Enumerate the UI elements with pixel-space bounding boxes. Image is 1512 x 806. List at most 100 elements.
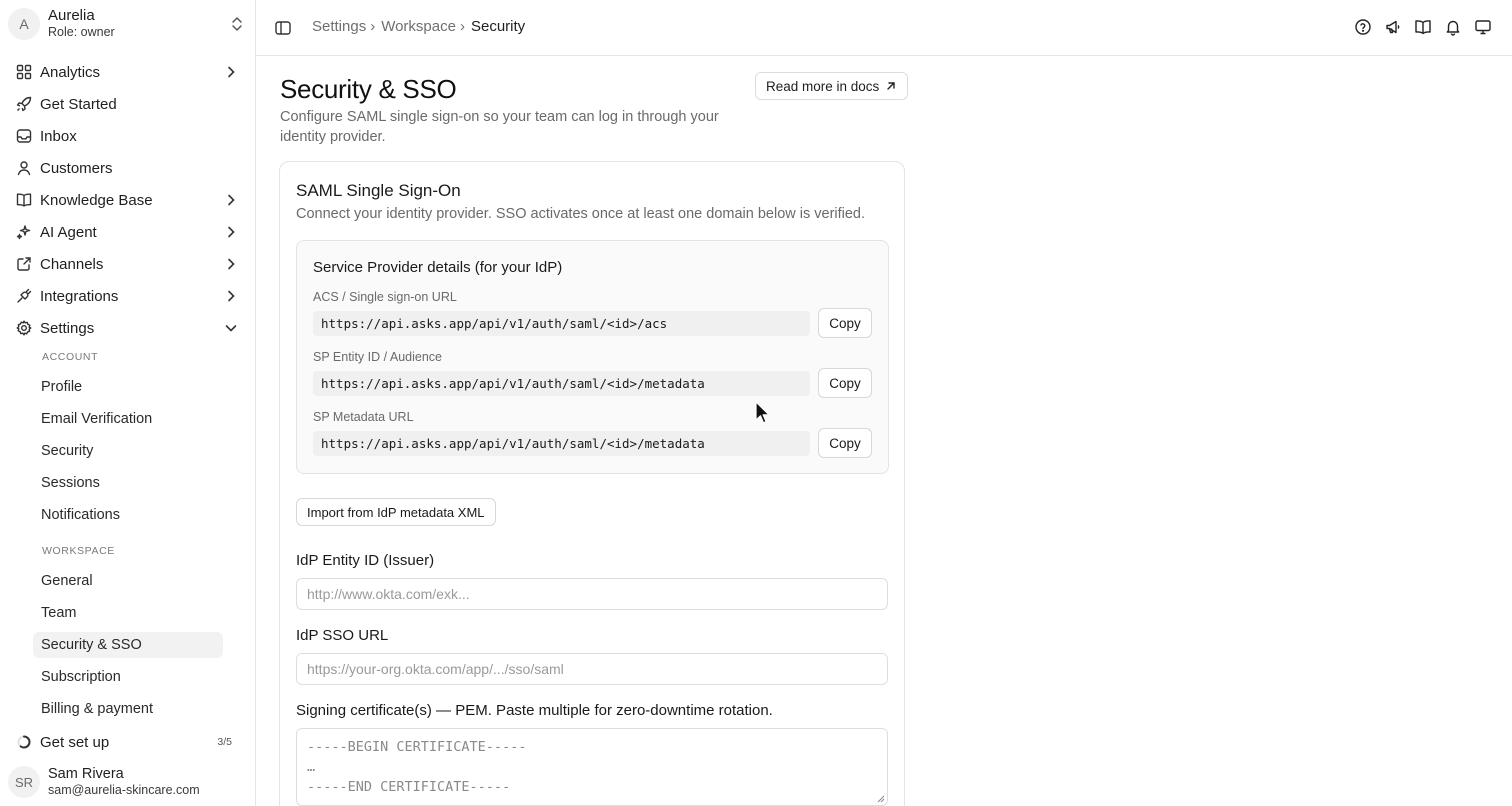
sidebar-item-team[interactable]: Team bbox=[33, 600, 223, 626]
sidebar-item-channels[interactable]: Channels bbox=[8, 250, 248, 278]
section-label-account: ACCOUNT bbox=[42, 351, 99, 363]
sidebar-item-label: Analytics bbox=[40, 63, 101, 81]
sidebar-item-subscription[interactable]: Subscription bbox=[33, 664, 223, 690]
sidebar-item-ai-agent[interactable]: AI Agent bbox=[8, 218, 248, 246]
sidebar: A Aurelia Role: owner Analytics Get Star… bbox=[0, 0, 256, 806]
chevron-right-icon bbox=[224, 193, 238, 207]
share-icon bbox=[16, 256, 32, 272]
plug-icon bbox=[16, 288, 32, 304]
sidebar-item-integrations[interactable]: Integrations bbox=[8, 282, 248, 310]
book-open-icon[interactable] bbox=[1414, 18, 1432, 36]
sidebar-item-label: Knowledge Base bbox=[40, 191, 153, 209]
idp-entity-id-input[interactable]: http://www.okta.com/exk... bbox=[296, 578, 888, 610]
user-name: Sam Rivera bbox=[48, 766, 124, 782]
rocket-icon bbox=[16, 96, 32, 112]
read-docs-button[interactable]: Read more in docs bbox=[755, 72, 909, 100]
breadcrumb: Settings › Workspace › Security bbox=[312, 18, 525, 35]
sp-details-panel: Service Provider details (for your IdP) … bbox=[296, 240, 889, 474]
setup-count: 3/5 bbox=[217, 736, 232, 748]
sidebar-item-label: Get Started bbox=[40, 95, 117, 113]
sp-entity-id-value: https://api.asks.app/api/v1/auth/saml/<i… bbox=[313, 371, 810, 396]
sidebar-item-knowledge-base[interactable]: Knowledge Base bbox=[8, 186, 248, 214]
sidebar-item-analytics[interactable]: Analytics bbox=[8, 58, 248, 86]
breadcrumb-separator-icon: › bbox=[459, 18, 465, 35]
help-icon[interactable] bbox=[1354, 18, 1372, 36]
import-metadata-button[interactable]: Import from IdP metadata XML bbox=[296, 498, 496, 526]
saml-card: SAML Single Sign-On Connect your identit… bbox=[279, 161, 905, 806]
sp-entity-id-label: SP Entity ID / Audience bbox=[313, 350, 443, 364]
idp-sso-url-label: IdP SSO URL bbox=[296, 627, 389, 644]
user-icon bbox=[16, 160, 32, 176]
monitor-icon[interactable] bbox=[1474, 18, 1492, 36]
get-set-up-button[interactable]: Get set up 3/5 bbox=[8, 730, 248, 754]
top-bar: Settings › Workspace › Security bbox=[256, 0, 1512, 56]
copy-sp-metadata-url-button[interactable]: Copy bbox=[818, 428, 872, 458]
sidebar-item-security-sso[interactable]: Security & SSO bbox=[33, 632, 223, 658]
read-docs-label: Read more in docs bbox=[766, 78, 880, 94]
chevron-right-icon bbox=[224, 65, 238, 79]
section-label-workspace: WORKSPACE bbox=[42, 545, 115, 557]
chevron-up-down-icon bbox=[230, 16, 244, 32]
sidebar-item-inbox[interactable]: Inbox bbox=[8, 122, 248, 150]
breadcrumb-workspace[interactable]: Workspace bbox=[381, 18, 456, 35]
sidebar-item-label: Integrations bbox=[40, 287, 119, 305]
chevron-right-icon bbox=[224, 257, 238, 271]
certificate-textarea[interactable]: -----BEGIN CERTIFICATE----- … -----END C… bbox=[296, 728, 888, 806]
get-set-up-label: Get set up bbox=[40, 733, 110, 751]
org-name: Aurelia bbox=[48, 7, 95, 24]
page-description: Configure SAML single sign-on so your te… bbox=[280, 109, 719, 145]
sidebar-item-label: Settings bbox=[40, 319, 95, 337]
sparkle-icon bbox=[16, 224, 32, 240]
chevron-right-icon bbox=[224, 225, 238, 239]
acs-url-label: ACS / Single sign-on URL bbox=[313, 290, 457, 304]
copy-acs-url-button[interactable]: Copy bbox=[818, 308, 872, 338]
user-email: sam@aurelia-skincare.com bbox=[48, 783, 200, 797]
sidebar-item-label: Inbox bbox=[40, 127, 77, 145]
sidebar-item-security[interactable]: Security bbox=[33, 438, 223, 464]
inbox-icon bbox=[16, 128, 32, 144]
grid-icon bbox=[16, 64, 32, 80]
sidebar-item-label: Channels bbox=[40, 255, 104, 273]
page-title: Security & SSO bbox=[280, 74, 457, 104]
acs-url-value: https://api.asks.app/api/v1/auth/saml/<i… bbox=[313, 311, 810, 336]
sp-details-title: Service Provider details (for your IdP) bbox=[313, 259, 563, 276]
org-avatar: A bbox=[8, 8, 40, 40]
org-switcher[interactable]: A Aurelia Role: owner bbox=[8, 6, 248, 42]
sidebar-item-email-verification[interactable]: Email Verification bbox=[33, 406, 223, 432]
sp-metadata-url-label: SP Metadata URL bbox=[313, 410, 414, 424]
sidebar-item-customers[interactable]: Customers bbox=[8, 154, 248, 182]
bell-icon[interactable] bbox=[1444, 18, 1462, 36]
sidebar-item-profile[interactable]: Profile bbox=[33, 374, 223, 400]
progress-ring-icon bbox=[16, 734, 32, 750]
sidebar-item-notifications[interactable]: Notifications bbox=[33, 502, 223, 528]
sidebar-item-general[interactable]: General bbox=[33, 568, 223, 594]
sidebar-toggle-icon[interactable] bbox=[274, 19, 292, 37]
megaphone-icon[interactable] bbox=[1384, 18, 1402, 36]
breadcrumb-security: Security bbox=[470, 18, 526, 35]
sidebar-item-billing[interactable]: Billing & payment bbox=[33, 696, 223, 722]
certificate-label: Signing certificate(s) — PEM. Paste mult… bbox=[296, 702, 773, 719]
card-description: Connect your identity provider. SSO acti… bbox=[296, 206, 866, 222]
sidebar-item-settings[interactable]: Settings bbox=[8, 314, 248, 342]
idp-sso-url-input[interactable]: https://your-org.okta.com/app/.../sso/sa… bbox=[296, 653, 888, 685]
chevron-right-icon bbox=[224, 289, 238, 303]
card-title: SAML Single Sign-On bbox=[296, 181, 461, 200]
sidebar-item-label: AI Agent bbox=[40, 223, 97, 241]
chevron-down-icon bbox=[224, 321, 238, 335]
sp-metadata-url-value: https://api.asks.app/api/v1/auth/saml/<i… bbox=[313, 431, 810, 456]
breadcrumb-separator-icon: › bbox=[370, 18, 376, 35]
certificate-placeholder: -----BEGIN CERTIFICATE----- … -----END C… bbox=[307, 739, 527, 795]
user-menu[interactable]: SR Sam Rivera sam@aurelia-skincare.com bbox=[8, 764, 248, 800]
copy-sp-entity-id-button[interactable]: Copy bbox=[818, 368, 872, 398]
book-icon bbox=[16, 192, 32, 208]
mouse-cursor-icon bbox=[755, 401, 771, 425]
external-link-icon bbox=[885, 80, 897, 92]
sidebar-item-sessions[interactable]: Sessions bbox=[33, 470, 223, 496]
resize-handle-icon[interactable] bbox=[877, 795, 885, 803]
breadcrumb-settings[interactable]: Settings bbox=[312, 18, 366, 35]
avatar: SR bbox=[8, 766, 40, 798]
gear-icon bbox=[16, 320, 32, 336]
sidebar-item-get-started[interactable]: Get Started bbox=[8, 90, 248, 118]
idp-entity-id-label: IdP Entity ID (Issuer) bbox=[296, 552, 435, 569]
sidebar-item-label: Customers bbox=[40, 159, 113, 177]
